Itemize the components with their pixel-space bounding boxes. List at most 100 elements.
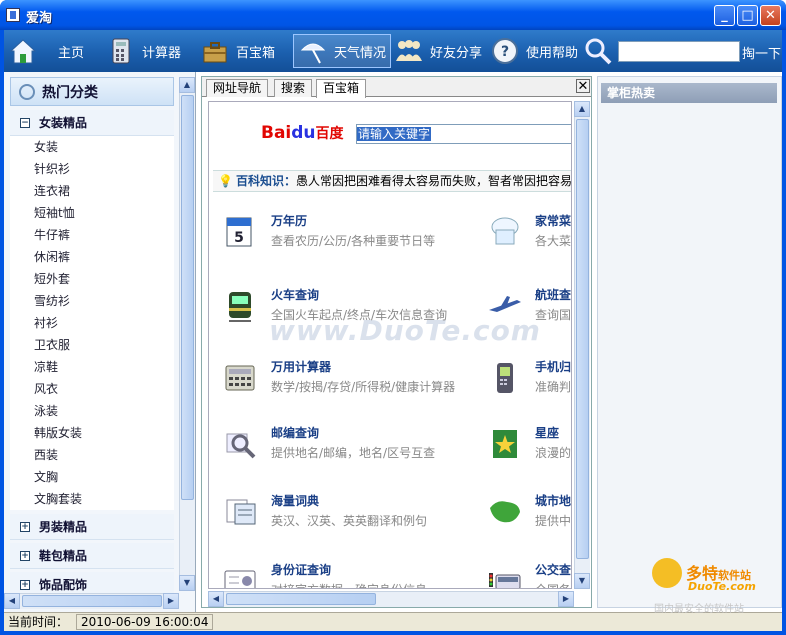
search-input[interactable] [618, 41, 740, 62]
svg-text:5: 5 [234, 230, 244, 246]
list-item[interactable]: 风衣 [10, 378, 174, 400]
maximize-button[interactable]: □ [737, 5, 758, 26]
group-womens-label: 女装精品 [39, 116, 88, 130]
scroll-up-arrow[interactable]: ▲ [574, 101, 590, 117]
tool-flights[interactable]: 航班查 查询国 [487, 284, 571, 334]
toolbar-calculator[interactable]: 计算器 [106, 34, 181, 68]
expand-icon: + [20, 550, 30, 561]
tool-desc: 提供地名/邮编，地名/区号互查 [271, 446, 436, 460]
list-item[interactable]: 凉鞋 [10, 356, 174, 378]
left-horizontal-scrollbar[interactable]: ◀ ▶ [4, 593, 179, 609]
tool-desc: 查看农历/公历/各种重要节日等 [271, 234, 436, 248]
tool-desc: 浪漫的 [535, 446, 572, 460]
tab-toolbox[interactable]: 百宝箱 [316, 79, 367, 98]
baidu-logo: Baidu百度 [261, 123, 344, 143]
home-icon [8, 36, 38, 66]
chef-hat-icon [487, 214, 523, 250]
list-item[interactable]: 卫衣服 [10, 334, 174, 356]
close-tab-icon[interactable]: ✕ [576, 79, 590, 93]
expand-icon: + [20, 579, 30, 590]
tool-city-map[interactable]: 城市地 提供中 [487, 490, 572, 540]
toolbar-help[interactable]: ? 使用帮助 [490, 34, 578, 68]
toolbar-home[interactable]: 主页 [8, 34, 84, 68]
star-book-icon [487, 426, 523, 462]
tool-name: 手机归 [535, 360, 572, 374]
collapse-icon: − [20, 117, 30, 128]
toolbar-toolbox[interactable]: 百宝箱 [200, 34, 275, 68]
toolbar-weather[interactable]: 天气情况 [293, 34, 392, 68]
scroll-down-arrow[interactable]: ▼ [574, 573, 590, 589]
tool-bus[interactable]: 公交查 全国各 [487, 559, 572, 588]
toolbar-home-label: 主页 [58, 45, 85, 61]
tool-name: 万用计算器 [271, 360, 332, 374]
category-header[interactable]: 热门分类 [10, 77, 174, 106]
tool-name: 公交查 [535, 563, 572, 577]
list-item[interactable]: 休闲裤 [10, 246, 174, 268]
tool-name: 海量词典 [271, 494, 320, 508]
scroll-thumb[interactable] [22, 595, 162, 607]
list-item[interactable]: 女装 [10, 136, 174, 158]
hot-sale-panel: 掌柜热卖 [597, 76, 782, 608]
title-bar[interactable]: 爱淘 _ □ ✕ [0, 0, 786, 30]
tool-name: 火车查询 [271, 288, 320, 302]
group-accessories-label: 饰品配饰 [39, 578, 88, 592]
scroll-down-arrow[interactable]: ▼ [179, 575, 195, 591]
list-item[interactable]: 泳装 [10, 400, 174, 422]
list-item[interactable]: 牛仔裤 [10, 224, 174, 246]
tab-search[interactable]: 搜索 [274, 79, 313, 97]
list-item[interactable]: 连衣裙 [10, 180, 174, 202]
list-item[interactable]: 西装 [10, 444, 174, 466]
minimize-button[interactable]: _ [714, 5, 735, 26]
duote-logo: 多特软件站 DuoTe.com 国内最安全的软件站 [650, 556, 780, 616]
tool-train[interactable]: 火车查询 全国火车起点/终点/车次信息查询 [223, 284, 483, 334]
scroll-right-arrow[interactable]: ▶ [163, 593, 179, 609]
list-item[interactable]: 文胸 [10, 466, 174, 488]
list-item[interactable]: 针织衫 [10, 158, 174, 180]
tool-desc: 准确判 [535, 380, 572, 394]
scroll-thumb[interactable] [181, 95, 194, 500]
center-vertical-scrollbar[interactable]: ▲ ▼ [574, 101, 590, 589]
search-button[interactable]: 掏一下 [742, 43, 781, 62]
list-item[interactable]: 韩版女装 [10, 422, 174, 444]
tool-dictionary[interactable]: 海量词典 英汉、汉英、英英翻译和例句 [223, 490, 483, 540]
scroll-thumb[interactable] [226, 593, 376, 605]
tool-desc: 各大菜 [535, 234, 572, 248]
group-shoes-bags[interactable]: + 鞋包精品 [10, 543, 174, 569]
tool-desc: 提供中 [535, 514, 572, 528]
tool-recipes[interactable]: 家常菜 各大菜 [487, 210, 572, 260]
close-button[interactable]: ✕ [760, 5, 781, 26]
scroll-up-arrow[interactable]: ▲ [179, 77, 195, 93]
scroll-thumb[interactable] [576, 119, 589, 559]
toolbar-friends[interactable]: 好友分享 [394, 34, 482, 68]
scroll-left-arrow[interactable]: ◀ [208, 591, 224, 607]
weather-icon [298, 36, 328, 66]
mobile-phone-icon [487, 360, 523, 396]
list-item[interactable]: 雪纺衫 [10, 290, 174, 312]
calculator-icon [223, 360, 259, 396]
map-icon [487, 494, 523, 530]
tab-url-nav[interactable]: 网址导航 [206, 79, 269, 97]
scroll-left-arrow[interactable]: ◀ [4, 593, 20, 609]
tool-desc: 英汉、汉英、英英翻译和例句 [271, 514, 428, 528]
group-mens[interactable]: + 男装精品 [10, 514, 174, 540]
expand-icon: + [20, 521, 30, 532]
tool-calculator[interactable]: 万用计算器 数学/按揭/存贷/所得税/健康计算器 [223, 356, 483, 406]
list-item[interactable]: 短袖t恤 [10, 202, 174, 224]
tool-idcard[interactable]: 身份证查询 对接官方数据，确定身份信息 [223, 559, 483, 588]
list-item[interactable]: 短外套 [10, 268, 174, 290]
center-horizontal-scrollbar[interactable]: ◀ ▶ [208, 591, 574, 607]
baidu-search-input[interactable]: 请输入关键字 [356, 124, 571, 144]
app-icon [6, 8, 20, 22]
scroll-right-arrow[interactable]: ▶ [558, 591, 574, 607]
tool-postcode[interactable]: 邮编查询 提供地名/邮编，地名/区号互查 [223, 422, 483, 472]
toolbox-icon [200, 36, 230, 66]
tool-phone-lookup[interactable]: 手机归 准确判 [487, 356, 572, 406]
toolbar-calculator-label: 计算器 [142, 45, 182, 61]
group-womens[interactable]: − 女装精品 [10, 110, 174, 136]
list-item[interactable]: 文胸套装 [10, 488, 174, 510]
tool-horoscope[interactable]: 星座 浪漫的 [487, 422, 572, 472]
tool-calendar[interactable]: 5 万年历 查看农历/公历/各种重要节日等 [223, 210, 483, 260]
dictionary-icon [223, 494, 259, 530]
list-item[interactable]: 衬衫 [10, 312, 174, 334]
left-vertical-scrollbar[interactable]: ▲ ▼ [179, 77, 195, 591]
